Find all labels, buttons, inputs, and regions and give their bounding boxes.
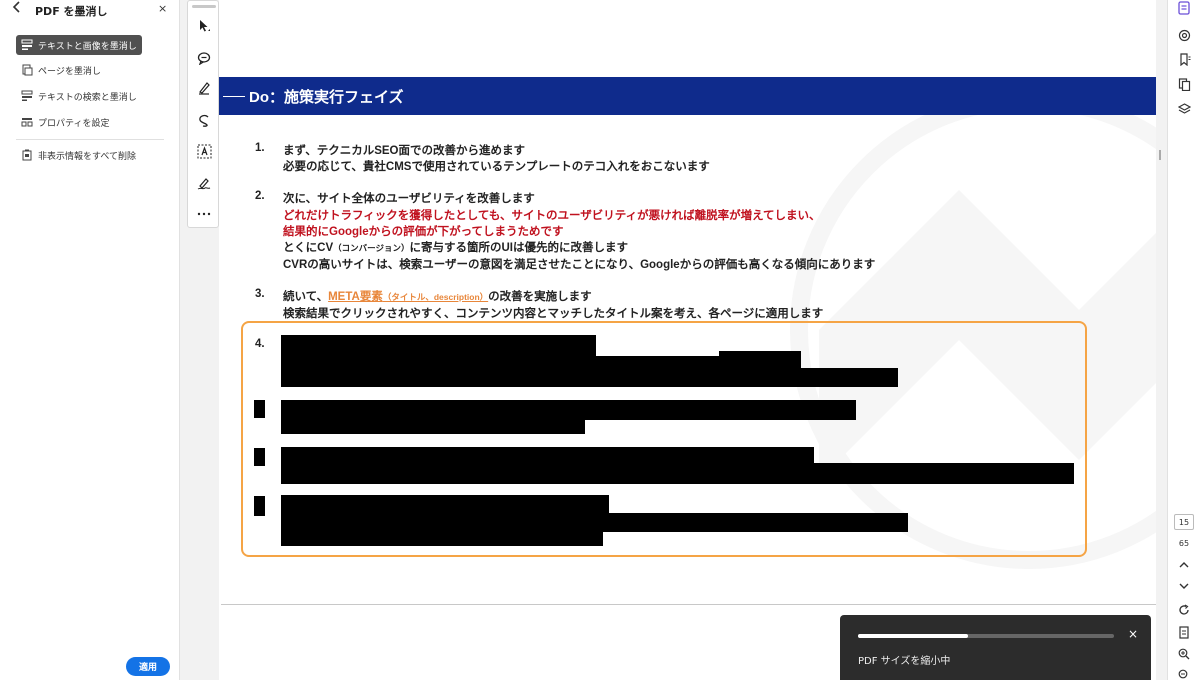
comments-panel-icon[interactable]	[1176, 27, 1192, 43]
menu-item-label: プロパティを設定	[38, 118, 110, 129]
redaction-mark[interactable]	[281, 400, 856, 420]
menu-item-redact-page[interactable]: ページを墨消し	[16, 60, 106, 80]
highlight-tool-icon[interactable]	[195, 79, 213, 97]
remove-hidden-icon	[21, 149, 33, 161]
section-banner: Do：施策実行フェイズ	[219, 77, 1156, 115]
menu-item-label: ページを墨消し	[38, 66, 101, 77]
draw-tool-icon[interactable]	[195, 111, 213, 129]
redaction-mark[interactable]	[254, 448, 265, 466]
list-item-text: 次に、サイト全体のユーザビリティを改善します	[283, 193, 535, 205]
page-save-icon[interactable]	[1176, 624, 1192, 640]
divider	[16, 139, 164, 140]
find-redact-icon	[21, 90, 33, 102]
select-tool-icon[interactable]	[195, 17, 213, 35]
toast-message: PDF サイズを縮小中	[858, 656, 951, 667]
zoom-in-icon[interactable]	[1176, 646, 1192, 662]
text-box-tool-icon[interactable]	[195, 142, 213, 160]
redact-text-image-icon	[21, 39, 33, 51]
menu-item-redact-text-image[interactable]: テキストと画像を墨消し	[16, 35, 142, 55]
progress-fill	[858, 634, 969, 638]
text-segment: の改善を実施します	[488, 291, 592, 303]
chevron-left-icon[interactable]	[12, 1, 22, 16]
list-item-text: 必要の応じて、貴社CMSで使用されているテンプレートのテコ入れをおこないます	[283, 161, 710, 173]
meta-link[interactable]: META要素（タイトル、description）	[328, 291, 488, 303]
zoom-out-icon[interactable]	[1176, 667, 1192, 680]
redaction-mark[interactable]	[281, 463, 1074, 484]
panel-header: PDF を墨消し ×	[0, 0, 180, 20]
redaction-mark[interactable]	[281, 420, 585, 434]
progress-bar	[858, 634, 1114, 638]
redact-page-icon	[21, 64, 33, 76]
apply-button[interactable]: 適用	[126, 657, 170, 676]
redaction-mark[interactable]	[281, 335, 596, 356]
close-toast-button[interactable]: ×	[1128, 627, 1138, 641]
redaction-mark[interactable]	[281, 531, 603, 546]
close-panel-button[interactable]: ×	[158, 2, 167, 15]
list-number: 2.	[255, 190, 265, 202]
page-edge	[221, 604, 1156, 605]
list-item-text: 検索結果でクリックされやすく、コンテンツ内容とマッチしたタイトル案を考え、各ペー…	[283, 308, 824, 320]
chevron-up-icon[interactable]	[1176, 557, 1192, 573]
redaction-mark[interactable]	[281, 513, 908, 532]
properties-icon	[21, 116, 33, 128]
menu-item-find-redact[interactable]: テキストの検索と墨消し	[16, 86, 142, 106]
list-number: 4.	[255, 338, 265, 350]
panel-title: PDF を墨消し	[35, 5, 108, 18]
pdf-page[interactable]: Do：施策実行フェイズ 1. まず、テクニカルSEO面での改善から進めます 必要…	[219, 0, 1156, 680]
menu-item-label: テキストの検索と墨消し	[38, 92, 137, 103]
bookmarks-icon[interactable]	[1176, 51, 1192, 67]
more-tools-icon[interactable]	[195, 205, 213, 223]
link-text: META要素	[328, 291, 383, 303]
layers-icon[interactable]	[1176, 101, 1192, 117]
sign-tool-icon[interactable]	[195, 174, 213, 192]
total-pages: 65	[1178, 539, 1190, 548]
text-segment: に寄与する箇所のUIは優先的に改善します	[409, 242, 628, 254]
list-number: 1.	[255, 142, 265, 154]
menu-item-label: 非表示情報をすべて削除	[38, 151, 137, 162]
list-item-text: まず、テクニカルSEO面での改善から進めます	[283, 145, 525, 157]
toolbar-grip[interactable]	[192, 5, 216, 8]
menu-item-properties[interactable]: プロパティを設定	[16, 112, 114, 132]
redaction-mark[interactable]	[281, 368, 898, 387]
redact-panel: PDF を墨消し × テキストと画像を墨消し ページを墨消し テキストの検索と墨…	[0, 0, 180, 680]
redaction-mark[interactable]	[254, 496, 265, 516]
chevron-down-icon[interactable]	[1176, 578, 1192, 594]
menu-item-label: テキストと画像を墨消し	[38, 41, 137, 52]
comment-tool-icon[interactable]	[195, 49, 213, 67]
list-number: 3.	[255, 288, 265, 300]
link-annotation: （タイトル、description）	[382, 292, 489, 302]
redaction-mark[interactable]	[281, 495, 609, 514]
redaction-mark[interactable]	[281, 356, 801, 368]
quick-tools-toolbar	[187, 0, 219, 228]
list-item-text: とくにCV（コンバージョン）に寄与する箇所のUIは優先的に改善します	[283, 239, 628, 255]
menu-item-remove-hidden[interactable]: 非表示情報をすべて削除	[16, 145, 141, 165]
emphasis-text: 結果的にGoogleからの評価が下がってしまうためです	[283, 226, 564, 238]
pages-panel-icon[interactable]	[1176, 76, 1192, 92]
text-segment: とくにCV	[283, 242, 334, 254]
redaction-mark[interactable]	[254, 400, 265, 418]
scrollbar-thumb[interactable]	[1159, 150, 1161, 160]
section-title: Do：施策実行フェイズ	[249, 88, 404, 106]
text-segment: 続いて、	[283, 291, 329, 303]
redaction-mark[interactable]	[719, 351, 801, 357]
list-item-text: CVRの高いサイトは、検索ユーザーの意図を満足させたことになり、Googleから…	[283, 259, 876, 271]
right-sidebar: 15 65	[1167, 0, 1200, 680]
redaction-mark[interactable]	[281, 447, 814, 464]
emphasis-text: どれだけトラフィックを獲得したとしても、サイトのユーザビリティが悪ければ離脱率が…	[283, 210, 821, 222]
text-annotation: （コンバージョン）	[333, 243, 410, 253]
progress-toast: × PDF サイズを縮小中	[840, 615, 1151, 680]
banner-rule	[223, 95, 245, 97]
list-item-text: 続いて、META要素（タイトル、description）の改善を実施します	[283, 288, 592, 304]
current-page-input[interactable]: 15	[1174, 514, 1194, 530]
refresh-icon[interactable]	[1176, 602, 1192, 618]
ai-assistant-icon[interactable]	[1176, 0, 1192, 16]
